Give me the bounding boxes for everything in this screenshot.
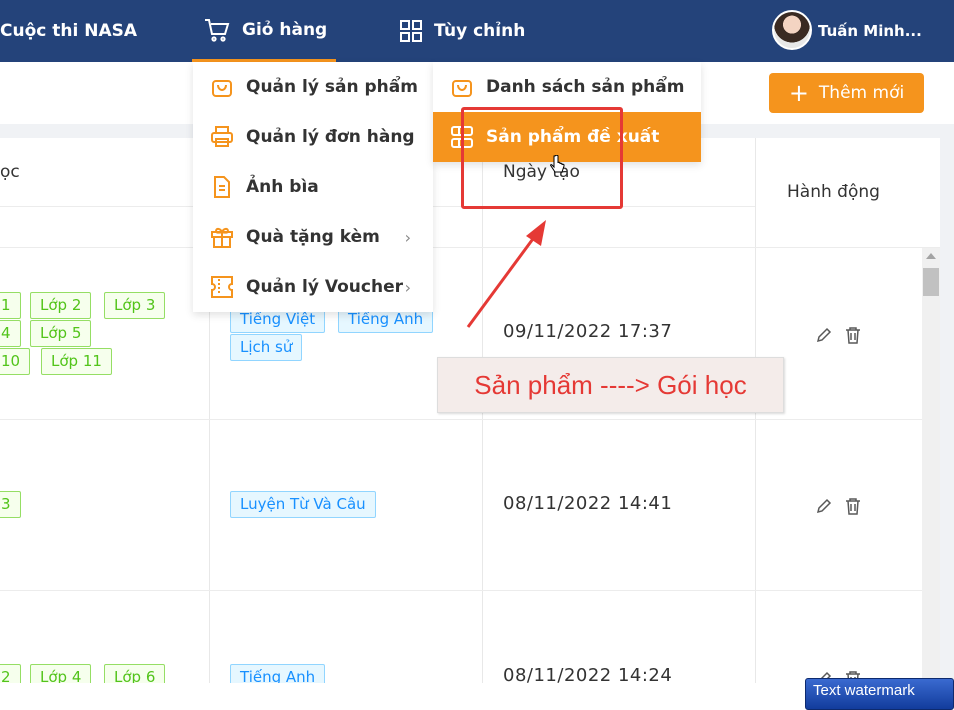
hand-cursor-icon (550, 155, 565, 173)
watermark: Text watermark (805, 678, 954, 710)
annotation-arrow (466, 220, 546, 328)
annotation-callout: Sản phẩm ----> Gói học (437, 357, 784, 413)
